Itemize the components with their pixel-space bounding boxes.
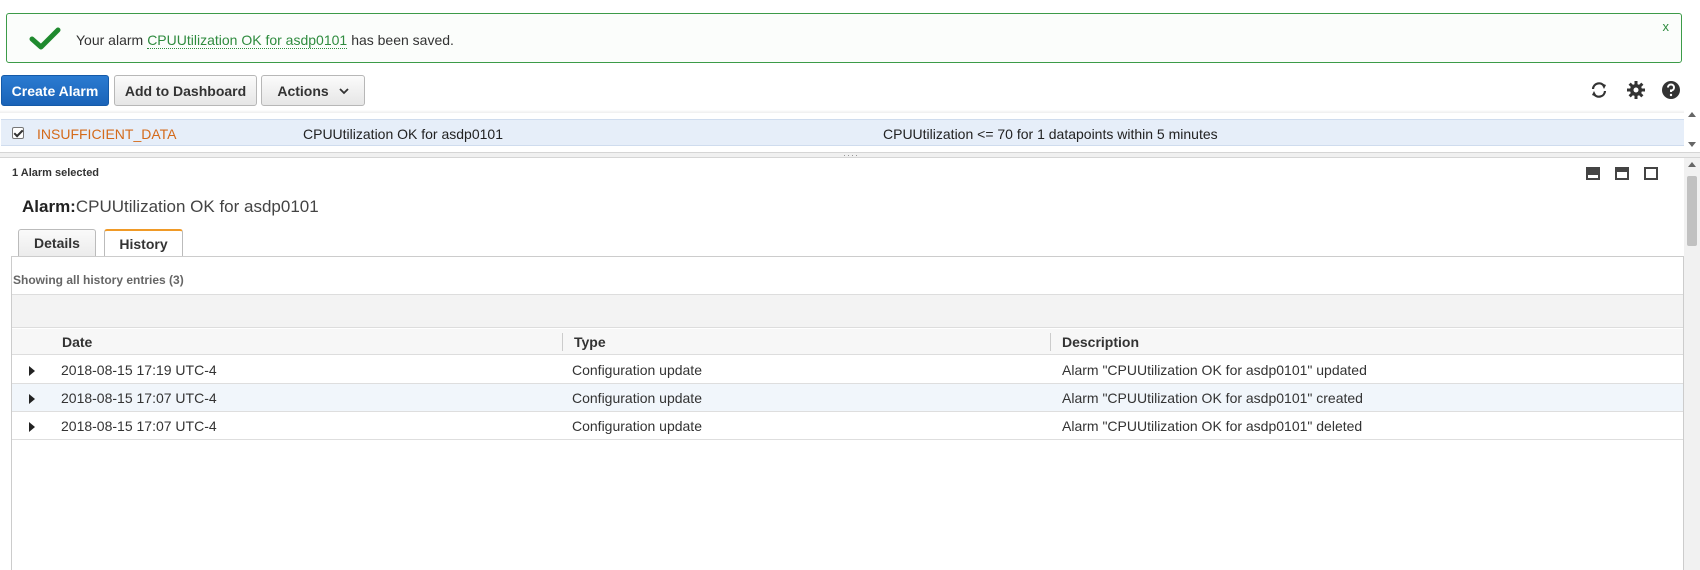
scroll-up-icon[interactable] (1688, 112, 1696, 117)
gear-icon[interactable] (1626, 80, 1646, 100)
history-count-text: Showing all history entries (3) (13, 273, 184, 287)
history-type: Configuration update (572, 362, 702, 378)
history-table-header: Date Type Description (12, 329, 1683, 355)
banner-suffix: has been saved. (351, 32, 454, 48)
split-bottom-icon[interactable] (1586, 167, 1600, 180)
detail-scrollbar[interactable] (1684, 158, 1700, 570)
alarm-condition: CPUUtilization <= 70 for 1 datapoints wi… (883, 126, 1218, 142)
checkmark-icon (29, 27, 61, 50)
scrollbar-thumb[interactable] (1687, 176, 1697, 246)
column-header-description[interactable]: Description (1062, 334, 1139, 350)
refresh-icon[interactable] (1589, 80, 1609, 100)
alarm-state: INSUFFICIENT_DATA (37, 126, 177, 142)
drag-handle-icon[interactable]: ···· (843, 150, 859, 160)
create-alarm-button[interactable]: Create Alarm (1, 75, 109, 106)
alarm-link[interactable]: CPUUtilization OK for asdp0101 (147, 32, 348, 49)
add-to-dashboard-button[interactable]: Add to Dashboard (114, 75, 257, 106)
history-type: Configuration update (572, 418, 702, 434)
expand-arrow-icon[interactable] (29, 366, 35, 376)
history-date: 2018-08-15 17:19 UTC-4 (61, 362, 217, 378)
split-half-icon[interactable] (1615, 167, 1629, 180)
actions-label: Actions (277, 82, 329, 99)
history-description: Alarm "CPUUtilization OK for asdp0101" d… (1062, 418, 1363, 434)
history-description: Alarm "CPUUtilization OK for asdp0101" c… (1062, 390, 1363, 406)
history-date: 2018-08-15 17:07 UTC-4 (61, 390, 217, 406)
alarm-table-scrollbar[interactable] (1684, 110, 1700, 154)
chevron-down-icon (339, 87, 349, 94)
alarm-row-checkbox[interactable] (12, 127, 24, 139)
history-filter-bar (12, 294, 1683, 328)
history-type: Configuration update (572, 390, 702, 406)
help-icon[interactable] (1661, 80, 1681, 100)
alarm-title-label: Alarm: (22, 197, 76, 216)
pane-splitter[interactable]: ···· (0, 150, 1700, 160)
table-row[interactable]: 2018-08-15 17:19 UTC-4 Configuration upd… (12, 356, 1683, 384)
alarm-name[interactable]: CPUUtilization OK for asdp0101 (303, 126, 503, 142)
alarm-title-name: CPUUtilization OK for asdp0101 (75, 197, 319, 216)
alarm-title: Alarm:CPUUtilization OK for asdp0101 (22, 197, 319, 217)
banner-prefix: Your alarm (76, 32, 144, 48)
selected-count: 1 Alarm selected (12, 167, 100, 179)
alarm-table-clipped-row (0, 110, 1684, 113)
expand-arrow-icon[interactable] (29, 394, 35, 404)
actions-dropdown[interactable]: Actions (261, 75, 365, 106)
expand-arrow-icon[interactable] (29, 422, 35, 432)
column-divider[interactable] (562, 333, 563, 351)
success-banner: Your alarm CPUUtilization OK for asdp0101… (6, 13, 1682, 63)
scroll-down-icon[interactable] (1688, 142, 1696, 147)
alarm-row-selected[interactable]: INSUFFICIENT_DATA CPUUtilization OK for … (1, 119, 1684, 146)
table-row[interactable]: 2018-08-15 17:07 UTC-4 Configuration upd… (12, 384, 1683, 412)
table-row[interactable]: 2018-08-15 17:07 UTC-4 Configuration upd… (12, 412, 1683, 440)
column-header-date[interactable]: Date (62, 334, 92, 350)
column-divider[interactable] (1050, 333, 1051, 351)
banner-message: Your alarm CPUUtilization OK for asdp0101… (76, 32, 454, 49)
maximize-icon[interactable] (1644, 167, 1658, 180)
tab-details[interactable]: Details (18, 229, 96, 256)
history-date: 2018-08-15 17:07 UTC-4 (61, 418, 217, 434)
column-header-type[interactable]: Type (574, 334, 606, 350)
scroll-up-icon[interactable] (1688, 162, 1696, 167)
close-icon[interactable]: x (1663, 19, 1670, 34)
history-description: Alarm "CPUUtilization OK for asdp0101" u… (1062, 362, 1367, 378)
tab-history[interactable]: History (104, 229, 183, 257)
